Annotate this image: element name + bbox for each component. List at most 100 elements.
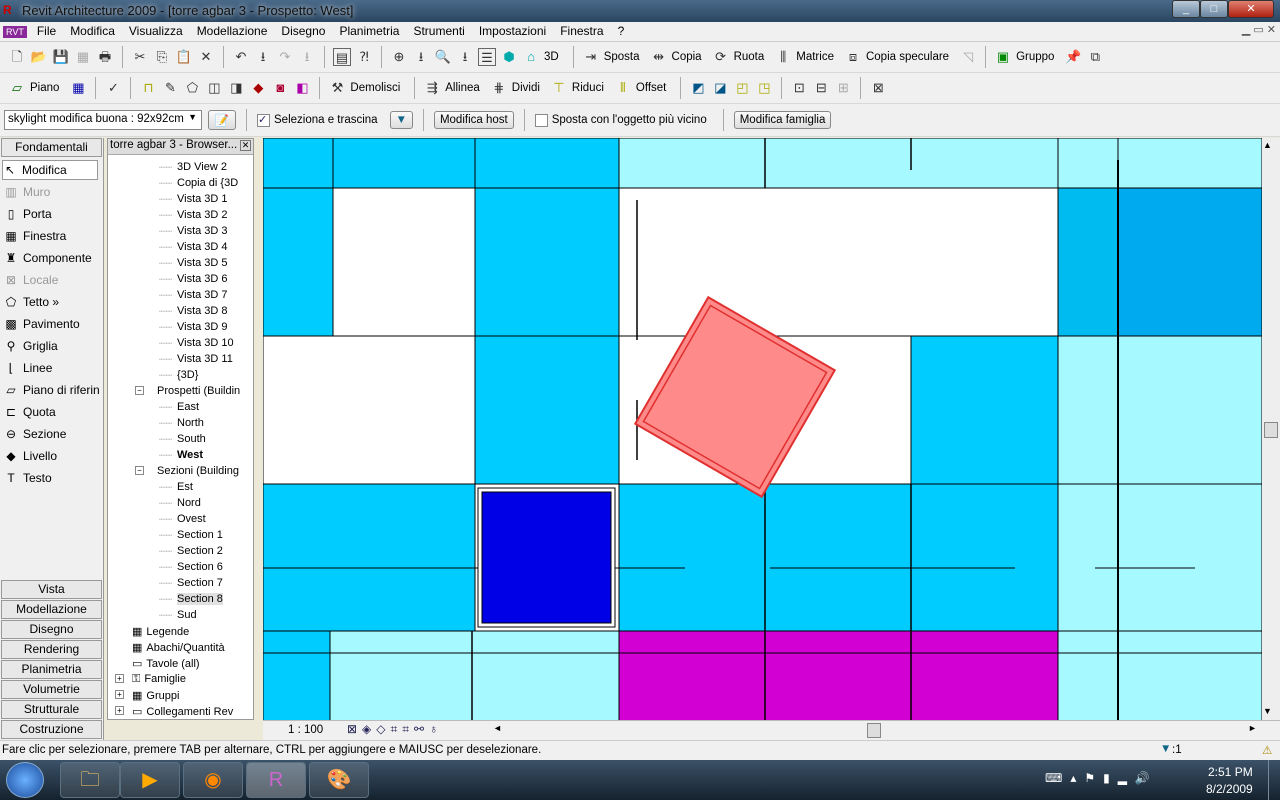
browser-view-item[interactable]: ┈┈ East xyxy=(159,401,199,414)
browser-view-item[interactable]: ┈┈ South xyxy=(159,433,206,446)
browser-category[interactable]: ▭ Tavole (all) xyxy=(132,657,200,670)
split-button[interactable]: Dividi xyxy=(512,82,540,94)
browser-view-item[interactable]: ┈┈ Nord xyxy=(159,497,201,510)
zoom-icon[interactable]: 🔍 xyxy=(434,48,452,66)
copy-icon[interactable]: ⎘ xyxy=(153,48,171,66)
demolish-button[interactable]: Demolisci xyxy=(350,82,400,94)
thin-lines-icon[interactable]: ☰ xyxy=(478,48,496,66)
align-icon[interactable]: ⇶ xyxy=(423,79,441,97)
tab-modellazione[interactable]: Modellazione xyxy=(1,600,102,619)
print-icon[interactable]: 🖶 xyxy=(96,48,114,66)
browser-category[interactable]: − Prospetti (Buildin xyxy=(135,385,240,397)
expand-icon[interactable]: + xyxy=(115,674,124,683)
designbar-item-testo[interactable]: T Testo xyxy=(4,468,51,488)
designbar-item-locale[interactable]: ⊠ Locale xyxy=(4,270,58,290)
designbar-item-modifica[interactable]: ↖ Modifica xyxy=(2,160,98,180)
scroll-right-icon[interactable]: ► xyxy=(1248,723,1257,733)
floor-plane-icon[interactable]: ▱ xyxy=(8,79,26,97)
designbar-item-piano-di-riferin[interactable]: ▱ Piano di riferin xyxy=(4,380,99,400)
new-icon[interactable]: 🗋 xyxy=(8,48,26,66)
mirror-icon[interactable]: ⧈ xyxy=(844,48,862,66)
designbar-item-griglia[interactable]: ⚲ Griglia xyxy=(4,336,58,356)
close-icon[interactable]: ✕ xyxy=(240,140,251,151)
copy-button[interactable]: Copia xyxy=(672,51,702,63)
split-face-icon[interactable]: ◙ xyxy=(271,79,289,97)
dropdown-icon[interactable]: ⭳ xyxy=(456,48,474,66)
browser-view-item[interactable]: ┈┈ Vista 3D 3 xyxy=(159,225,228,238)
designbar-item-sezione[interactable]: ⊖ Sezione xyxy=(4,424,66,444)
tab-vista[interactable]: Vista xyxy=(1,580,102,599)
designbar-item-muro[interactable]: ▥ Muro xyxy=(4,182,50,202)
move-icon[interactable]: ⇥ xyxy=(582,48,600,66)
move-button[interactable]: Sposta xyxy=(604,51,640,63)
type-selector[interactable]: skylight modifica buona : 92x92cm ▼ xyxy=(4,110,202,130)
menu-visualizza[interactable]: Visualizza xyxy=(122,22,190,40)
designbar-item-livello[interactable]: ◆ Livello xyxy=(4,446,57,466)
checkbox-checked-icon[interactable]: ✓ xyxy=(257,113,270,127)
filter-icon[interactable]: ▼ xyxy=(1160,743,1171,755)
browser-category[interactable]: ▦ Abachi/Quantità xyxy=(132,641,225,654)
cut-icon[interactable]: ✂ xyxy=(131,48,149,66)
browser-view-item[interactable]: ┈┈ Section 6 xyxy=(159,561,223,574)
edit-family-button[interactable]: Modifica famiglia xyxy=(733,111,832,129)
grid-pattern-icon[interactable]: ▦ xyxy=(69,79,87,97)
menu-modifica[interactable]: Modifica xyxy=(63,22,122,40)
browser-view-item[interactable]: ┈┈ West xyxy=(159,449,203,462)
maximize-button[interactable]: □ xyxy=(1200,0,1228,18)
disabled-tool-icon[interactable]: ⊞ xyxy=(834,79,852,97)
dropdown-icon[interactable]: ⭳ xyxy=(412,48,430,66)
mirror-button[interactable]: Copia speculare xyxy=(866,51,949,63)
browser-view-item[interactable]: ┈┈ Vista 3D 2 xyxy=(159,209,228,222)
clock-time[interactable]: 2:51 PM xyxy=(1208,765,1253,779)
project-browser-toggle-icon[interactable]: ▤ xyxy=(333,48,351,66)
measure-icon[interactable]: ⊓ xyxy=(139,79,157,97)
array-icon[interactable]: ⫼ xyxy=(774,48,792,66)
eyedropper-icon[interactable]: ✎ xyxy=(161,79,179,97)
expand-icon[interactable]: + xyxy=(115,690,124,699)
menu-[interactable]: ? xyxy=(611,22,632,40)
group-icon[interactable]: ▣ xyxy=(994,48,1012,66)
browser-view-item[interactable]: ┈┈ 3D View 2 xyxy=(159,161,227,174)
collapse-icon[interactable]: − xyxy=(135,386,144,395)
trim-icon[interactable]: ⊤ xyxy=(550,79,568,97)
undo-dropdown-icon[interactable]: ⭳ xyxy=(254,48,272,66)
browser-view-item[interactable]: ┈┈ Vista 3D 8 xyxy=(159,305,228,318)
cut-geometry-icon[interactable]: ◧ xyxy=(293,79,311,97)
designbar-item-linee[interactable]: ⌊ Linee xyxy=(4,358,53,378)
horizontal-scroll-thumb[interactable] xyxy=(867,723,881,738)
open-icon[interactable]: 📂 xyxy=(30,48,48,66)
tab-disegno[interactable]: Disegno xyxy=(1,620,102,639)
browser-view-item[interactable]: ┈┈ Vista 3D 1 xyxy=(159,193,228,206)
browser-view-item[interactable]: ┈┈ Vista 3D 4 xyxy=(159,241,228,254)
browser-view-item[interactable]: ┈┈ Vista 3D 5 xyxy=(159,257,228,270)
firefox-taskbar-button[interactable]: ◉ xyxy=(183,762,243,798)
zoom-region-icon[interactable]: ⊕ xyxy=(390,48,408,66)
paint-bucket-icon[interactable]: ◆ xyxy=(249,79,267,97)
revit-taskbar-button[interactable]: R xyxy=(246,762,306,798)
3d-view-icon[interactable]: ⌂ xyxy=(522,48,540,66)
paint-icon[interactable]: ⬠ xyxy=(183,79,201,97)
menu-modellazione[interactable]: Modellazione xyxy=(190,22,275,40)
browser-category[interactable]: + ⚿ Famiglie xyxy=(115,673,186,686)
3d-view-button[interactable]: 3D xyxy=(544,51,559,63)
paste-aligned-icon[interactable]: ◪ xyxy=(711,79,729,97)
browser-view-item[interactable]: ┈┈ Vista 3D 7 xyxy=(159,289,228,302)
drag-checkbox[interactable]: ✓ Seleziona e trascina xyxy=(257,113,384,127)
drawing-canvas[interactable] xyxy=(263,138,1262,720)
rvt-icon[interactable]: RVT xyxy=(3,26,27,38)
clock-date[interactable]: 8/2/2009 xyxy=(1206,782,1253,796)
wall-opening-icon[interactable]: ◳ xyxy=(755,79,773,97)
media-player-taskbar-button[interactable]: ▶ xyxy=(120,762,180,798)
tab-strutturale[interactable]: Strutturale xyxy=(1,700,102,719)
browser-view-item[interactable]: ┈┈ Section 7 xyxy=(159,577,223,590)
start-button[interactable] xyxy=(6,762,44,798)
browser-view-item[interactable]: ┈┈ Vista 3D 11 xyxy=(159,353,233,366)
opening-icon[interactable]: ◰ xyxy=(733,79,751,97)
sync-icon[interactable]: ▦ xyxy=(74,48,92,66)
mdi-controls[interactable]: ▁ ▭ ✕ xyxy=(1242,23,1276,36)
browser-view-item[interactable]: ┈┈ Vista 3D 9 xyxy=(159,321,228,334)
browser-category[interactable]: − Sezioni (Building xyxy=(135,465,239,477)
scroll-down-icon[interactable]: ▼ xyxy=(1263,706,1272,716)
browser-view-item[interactable]: ┈┈ Vista 3D 6 xyxy=(159,273,228,286)
menu-strumenti[interactable]: Strumenti xyxy=(406,22,471,40)
